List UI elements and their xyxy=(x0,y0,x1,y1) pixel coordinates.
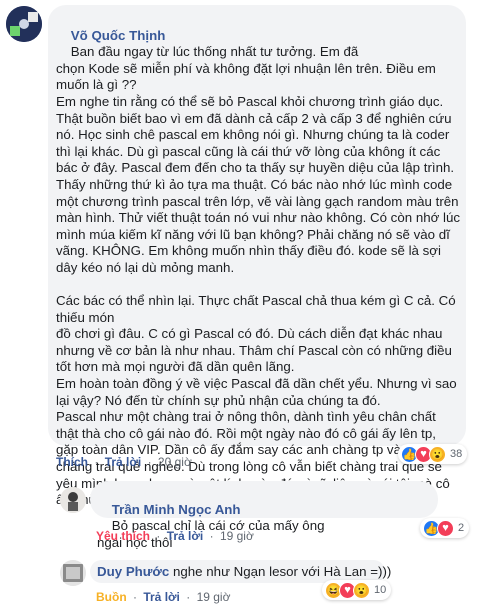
sad-button[interactable]: Buồn xyxy=(96,590,127,604)
reaction-count: 10 xyxy=(374,584,387,596)
reply-button[interactable]: Trả lời xyxy=(105,455,142,469)
comment-author[interactable]: Trần Minh Ngọc Anh xyxy=(112,502,241,517)
separator: · xyxy=(147,455,152,469)
separator: · xyxy=(209,529,214,543)
comment-text: nghe như Ngạn lesor với Hà Lan =))) xyxy=(173,564,392,579)
comment-time[interactable]: 19 giờ xyxy=(197,590,231,604)
avatar-tran-minh-ngoc-anh[interactable] xyxy=(60,487,86,513)
comment-author[interactable]: Duy Phước xyxy=(97,564,169,579)
comment-author[interactable]: Võ Quốc Thịnh xyxy=(71,28,166,43)
reaction-summary[interactable]: 👍 ♥ 2 xyxy=(420,518,470,538)
love-button[interactable]: Yêu thích xyxy=(96,529,150,543)
comment-time[interactable]: 19 giờ xyxy=(220,529,254,543)
avatar-image-icon xyxy=(60,560,86,586)
reaction-count: 38 xyxy=(450,448,463,460)
wow-reaction-icon: 😮 xyxy=(353,581,370,599)
avatar-image-icon xyxy=(6,6,42,42)
reaction-summary[interactable]: 😆 ♥ 😮 10 xyxy=(322,580,392,600)
avatar-image-icon xyxy=(60,487,86,513)
separator: · xyxy=(94,455,99,469)
reply-button[interactable]: Trả lời xyxy=(167,529,204,543)
comment-actions: Buồn · Trả lời · 19 giờ xyxy=(96,590,233,604)
comment-body: Trần Minh Ngọc Anh Bỏ pascal chỉ là cái … xyxy=(97,485,432,568)
comment-body: Duy Phước nghe như Ngạn lesor với Hà Lan… xyxy=(97,564,391,581)
like-button[interactable]: Thích xyxy=(56,455,88,469)
reaction-count: 2 xyxy=(458,522,465,534)
comment-actions: Thích · Trả lời · 20 giờ xyxy=(56,455,195,469)
reply-button[interactable]: Trả lời xyxy=(143,590,180,604)
love-reaction-icon: ♥ xyxy=(437,519,454,537)
avatar-duy-phuoc[interactable] xyxy=(60,560,86,586)
separator: · xyxy=(186,590,191,604)
comment-text: Ban đầu ngay từ lúc thống nhất tư tưởng.… xyxy=(56,44,461,507)
reaction-summary[interactable]: 👍 ♥ 😮 38 xyxy=(398,444,468,464)
comment-time[interactable]: 20 giờ xyxy=(158,455,192,469)
separator: · xyxy=(133,590,137,604)
comment-actions: Yêu thích · Trả lời · 19 giờ xyxy=(96,529,257,543)
separator: · xyxy=(156,529,161,543)
avatar-vo-quoc-thinh[interactable] xyxy=(6,6,42,42)
wow-reaction-icon: 😮 xyxy=(429,445,446,463)
